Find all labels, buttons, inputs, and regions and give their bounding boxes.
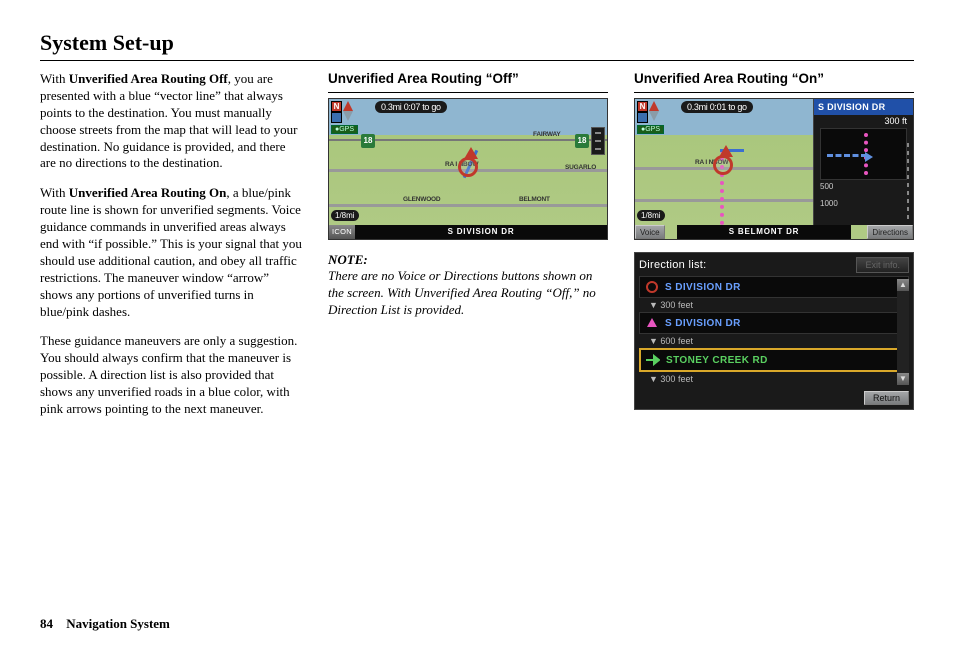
next-street: S DIVISION DR	[814, 99, 913, 115]
direction-name: STONEY CREEK RD	[666, 355, 768, 366]
road-label: BELMONT	[519, 196, 550, 203]
icon-button[interactable]: ICON	[329, 225, 355, 239]
compass-n: N	[331, 101, 342, 112]
compass-icon[interactable]: N	[331, 101, 355, 125]
road	[635, 199, 813, 202]
para-off: With Unverified Area Routing Off, you ar…	[40, 71, 302, 172]
direction-distance: ▼ 300 feet	[639, 374, 909, 384]
exit-info-button[interactable]: Exit info.	[856, 257, 909, 273]
page-title: System Set-up	[40, 30, 914, 61]
text: With	[40, 71, 69, 86]
next-distance: 300 ft	[814, 116, 913, 126]
on-heading: Unverified Area Routing “On”	[634, 71, 914, 86]
direction-distance: ▼ 300 feet	[639, 300, 909, 310]
col-1: With Unverified Area Routing Off, you ar…	[40, 71, 302, 606]
road-label: FAIRWAY	[533, 131, 561, 138]
road	[329, 204, 607, 207]
col-2: Unverified Area Routing “Off” N 0.3mi 0:…	[328, 71, 608, 606]
off-heading: Unverified Area Routing “Off”	[328, 71, 608, 86]
voice-button[interactable]: Voice	[635, 225, 665, 239]
pink-up-arrow-icon	[645, 316, 659, 330]
ruler-tick: 500	[814, 182, 913, 191]
blue-dash-icon	[827, 154, 867, 157]
distance-time-status: 0.3mi 0:07 to go	[375, 101, 447, 113]
map-water	[329, 99, 607, 135]
direction-list-panel: Direction list: Exit info. S DIVISION DR…	[634, 252, 914, 410]
scale-indicator[interactable]: 1/8mi	[331, 210, 359, 221]
green-right-arrow-icon	[646, 353, 660, 367]
page-number: 84	[40, 616, 53, 631]
waypoint-icon	[645, 280, 659, 294]
para-on: With Unverified Area Routing On, a blue/…	[40, 185, 302, 320]
blue-arrow-icon	[865, 152, 873, 162]
compass-s	[331, 112, 342, 123]
note-text: There are no Voice or Directions buttons…	[328, 268, 608, 319]
direction-distance: ▼ 600 feet	[639, 336, 909, 346]
rule	[328, 92, 608, 93]
direction-row-selected[interactable]: STONEY CREEK RD	[639, 348, 909, 372]
direction-name: S DIVISION DR	[665, 318, 741, 329]
direction-row[interactable]: S DIVISION DR	[639, 312, 909, 334]
current-street-bar: S DIVISION DR	[355, 225, 607, 239]
footer-label: Navigation System	[66, 616, 170, 631]
highway-shield-icon: 18	[575, 134, 589, 148]
vehicle-icon	[458, 157, 478, 177]
text: , a blue/pink route line is shown for un…	[40, 185, 302, 318]
direction-name: S DIVISION DR	[665, 282, 741, 293]
current-street-bar: S BELMONT DR	[677, 225, 851, 239]
scale-indicator[interactable]: 1/8mi	[637, 210, 665, 221]
direction-list-title: Direction list:	[639, 259, 706, 271]
scrollbar[interactable]: ▲ ▼	[897, 279, 909, 385]
directions-button[interactable]: Directions	[867, 225, 913, 239]
columns: With Unverified Area Routing Off, you ar…	[40, 71, 914, 606]
scroll-down-icon[interactable]: ▼	[897, 373, 909, 385]
nav-screenshot-on: N 0.3mi 0:01 to go ●GPS RA I NBOW 1/8mi …	[634, 98, 914, 240]
road-label: GLENWOOD	[403, 196, 440, 203]
turn-preview	[820, 128, 907, 180]
page-footer: 84 Navigation System	[40, 616, 170, 632]
road-label: SUGARLO	[565, 164, 596, 171]
vehicle-icon	[713, 155, 733, 175]
direction-row[interactable]: S DIVISION DR	[639, 276, 909, 298]
highway-shield-icon: 18	[361, 134, 375, 148]
direction-list-header: Direction list: Exit info.	[639, 257, 909, 273]
rule	[634, 92, 914, 93]
compass-icon[interactable]: N	[637, 101, 661, 125]
compass-arrow-icon	[343, 101, 353, 123]
menu-icon[interactable]	[591, 127, 605, 155]
compass-n: N	[637, 101, 648, 112]
return-button[interactable]: Return	[864, 391, 909, 405]
text: With	[40, 185, 69, 200]
para-summary: These guidance maneuvers are only a sugg…	[40, 333, 302, 417]
bold-term: Unverified Area Routing Off	[69, 71, 228, 86]
ruler-tick: 1000	[814, 199, 913, 208]
ruler-icon	[907, 143, 909, 221]
gps-indicator: ●GPS	[331, 125, 358, 134]
nav-screenshot-off: N 0.3mi 0:07 to go ●GPS 18 18 RA I NBOW …	[328, 98, 608, 240]
distance-time-status: 0.3mi 0:01 to go	[681, 101, 753, 113]
note-label: NOTE:	[328, 252, 608, 268]
scroll-up-icon[interactable]: ▲	[897, 279, 909, 291]
maneuver-panel: S DIVISION DR 300 ft 500 1000	[813, 99, 913, 225]
bold-term: Unverified Area Routing On	[69, 185, 227, 200]
compass-arrow-icon	[649, 101, 659, 123]
gps-indicator: ●GPS	[637, 125, 664, 134]
compass-s	[637, 112, 648, 123]
col-3: Unverified Area Routing “On” N 0.3mi 0:0…	[634, 71, 914, 606]
